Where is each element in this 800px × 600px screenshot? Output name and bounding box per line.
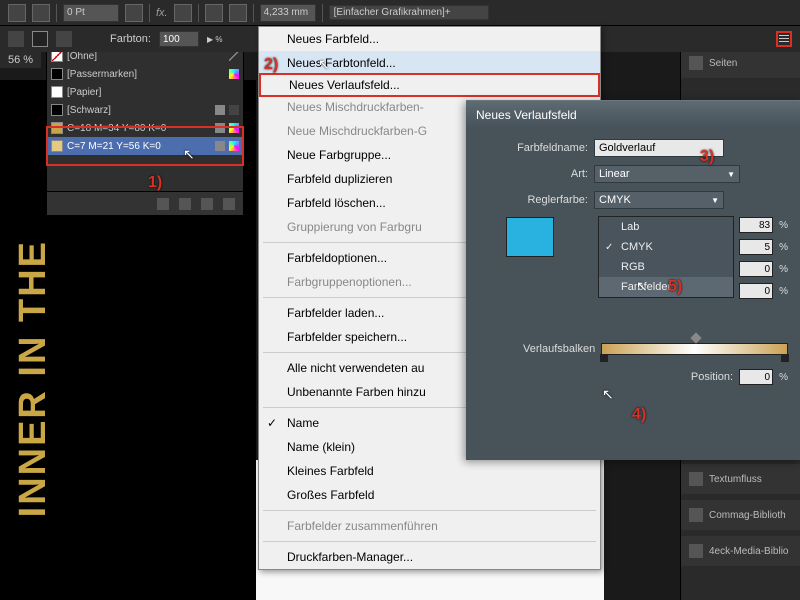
swatch-row[interactable]: [Schwarz] bbox=[47, 101, 243, 119]
menu-item[interactable]: Kleines Farbfeld bbox=[259, 459, 600, 483]
swatch-row[interactable]: [Passermarken] bbox=[47, 65, 243, 83]
stroke-weight-input[interactable] bbox=[63, 4, 119, 22]
swatch-name-input[interactable] bbox=[594, 139, 724, 157]
tool-icon[interactable] bbox=[125, 4, 143, 22]
library-panel-tab[interactable]: Commag-Biblioth bbox=[681, 500, 800, 530]
type-label: Art: bbox=[478, 168, 588, 180]
menu-item[interactable]: Großes Farbfeld bbox=[259, 483, 600, 507]
trash-icon[interactable] bbox=[223, 198, 235, 210]
dropdown-item[interactable]: CMYK bbox=[599, 237, 733, 257]
menu-item[interactable]: Druckfarben-Manager... bbox=[259, 545, 600, 569]
swatch-row[interactable]: C=7 M=21 Y=56 K=0 bbox=[47, 137, 243, 155]
dropdown-item[interactable]: RGB bbox=[599, 257, 733, 277]
position-label: Position: bbox=[691, 371, 733, 383]
tint-input[interactable] bbox=[159, 31, 199, 47]
swatch-row[interactable]: [Papier] bbox=[47, 83, 243, 101]
app-toolbar: fx. [Einfacher Grafikrahmen]+ bbox=[0, 0, 800, 26]
tool-icon[interactable] bbox=[32, 4, 50, 22]
tool-icon[interactable] bbox=[205, 4, 223, 22]
color-preview bbox=[506, 217, 554, 257]
gradient-type-select[interactable]: Linear▼ bbox=[594, 165, 740, 183]
library-panel-tab[interactable]: 4eck-Media-Biblio bbox=[681, 536, 800, 566]
gradient-ramp[interactable] bbox=[601, 343, 788, 355]
textwrap-panel-tab[interactable]: Textumfluss bbox=[681, 464, 800, 494]
new-swatch-icon[interactable] bbox=[201, 198, 213, 210]
tool-icon[interactable] bbox=[229, 4, 247, 22]
book-icon bbox=[689, 544, 703, 558]
effects-icon[interactable] bbox=[174, 4, 192, 22]
swatch-row[interactable]: C=18 M=34 Y=80 K=0 bbox=[47, 119, 243, 137]
tint-label: Farbton: bbox=[110, 33, 151, 45]
fill-icon[interactable] bbox=[8, 31, 24, 47]
textwrap-icon bbox=[689, 472, 703, 486]
show-list-icon[interactable] bbox=[157, 198, 169, 210]
ramp-label: Verlaufsbalken bbox=[478, 343, 595, 355]
tool-icon[interactable] bbox=[8, 4, 26, 22]
dialog-title: Neues Verlaufsfeld bbox=[466, 101, 800, 129]
object-style-select[interactable]: [Einfacher Grafikrahmen]+ bbox=[329, 5, 489, 20]
menu-item[interactable]: Neues Farbtonfeld... bbox=[259, 51, 600, 75]
new-group-icon[interactable] bbox=[179, 198, 191, 210]
gradient-stop[interactable] bbox=[781, 354, 789, 362]
book-icon bbox=[689, 508, 703, 522]
size-input[interactable] bbox=[260, 4, 316, 22]
pages-panel-tab[interactable]: Seiten bbox=[681, 48, 800, 78]
yellow-value[interactable] bbox=[739, 261, 773, 277]
dropdown-item[interactable]: Lab bbox=[599, 217, 733, 237]
cyan-value[interactable] bbox=[739, 217, 773, 233]
stop-color-mode-dropdown: LabCMYKRGBFarbfelder bbox=[598, 216, 734, 298]
swatches-flyout-button[interactable] bbox=[776, 31, 792, 47]
pages-icon bbox=[689, 56, 703, 70]
text-fill-icon[interactable] bbox=[56, 31, 72, 47]
menu-item[interactable]: Neues Verlaufsfeld... bbox=[259, 73, 600, 97]
stroke-icon[interactable] bbox=[32, 31, 48, 47]
dropdown-item[interactable]: Farbfelder bbox=[599, 277, 733, 297]
gradient-stop[interactable] bbox=[600, 354, 608, 362]
position-input[interactable] bbox=[739, 369, 773, 385]
name-label: Farbfeldname: bbox=[478, 142, 588, 154]
stopcolor-label: Reglerfarbe: bbox=[478, 194, 588, 206]
poster-text: INNER IN THE bbox=[12, 240, 55, 517]
stop-color-select[interactable]: CMYK▼ bbox=[594, 191, 724, 209]
black-value[interactable] bbox=[739, 283, 773, 299]
swatches-panel: [Ohne] [Passermarken] [Papier] [Schwarz]… bbox=[46, 46, 244, 216]
magenta-value[interactable] bbox=[739, 239, 773, 255]
menu-item: Farbfelder zusammenführen bbox=[259, 514, 600, 538]
menu-item[interactable]: Neues Farbfeld... bbox=[259, 27, 600, 51]
zoom-display: 56 % bbox=[0, 52, 41, 68]
swatches-footer bbox=[47, 191, 243, 215]
